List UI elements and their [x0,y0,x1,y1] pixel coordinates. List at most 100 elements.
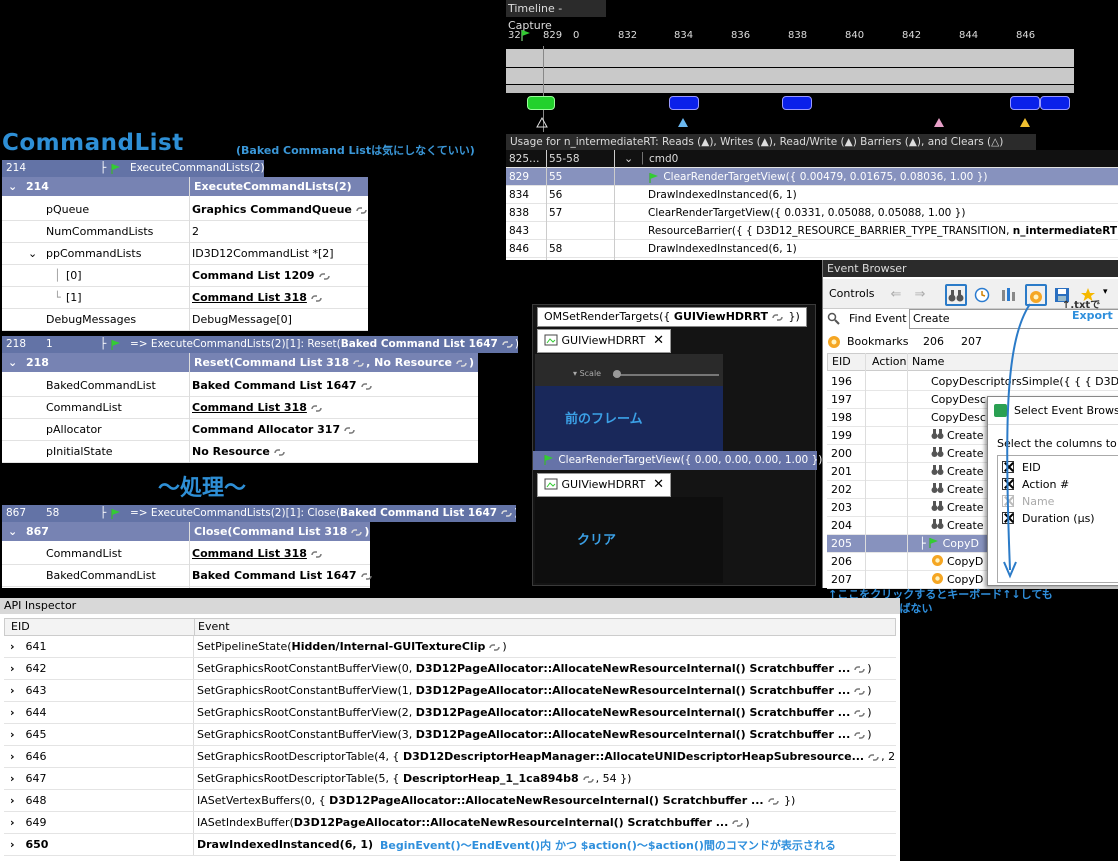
table-row[interactable]: 834 56 DrawIndexedInstanced(6, 1) [506,186,1118,204]
details-header[interactable]: ⌄ 867 Close(Command List 318) [2,522,370,541]
table-row[interactable]: 843 ResourceBarrier({ { D3D12_RESOURCE_B… [506,222,1118,240]
clock-icon[interactable] [971,284,993,306]
table-row[interactable]: › 649 IASetIndexBuffer(D3D12PageAllocator… [4,812,896,834]
details-header[interactable]: ⌄ 214 ExecuteCommandLists(2) [2,177,368,196]
timeline-event-pill[interactable] [527,96,555,110]
link-icon[interactable] [309,404,324,413]
chevron-down-icon[interactable]: ⌄ [8,177,17,196]
param-row[interactable]: ⌄ ppCommandLists ID3D12CommandList *[2] [2,243,368,265]
table-row[interactable]: › 648 IASetVertexBuffers(0, { D3D12PageAl… [4,790,896,812]
om-set-render-targets-bar[interactable]: OMSetRenderTargets({ GUIViewHDRRT }) [537,307,807,327]
arrow-right-icon[interactable]: ⇒ [909,284,931,306]
column-name[interactable]: Name [912,354,944,370]
table-row[interactable]: › 642 SetGraphicsRootConstantBufferView(0… [4,658,896,680]
timeline-event-pill[interactable] [1010,96,1040,110]
chevron-right-icon[interactable]: › [10,702,22,723]
timeline-ruler[interactable]: 32 829 0 832 834 836 838 840 842 844 846 [506,26,1074,46]
timeline-lane[interactable] [506,49,1074,67]
param-row[interactable]: BakedCommandList Baked Command List 1647 [2,565,372,587]
scale-slider-thumb[interactable] [613,370,621,378]
details-header[interactable]: ⌄ 218 Reset(Command List 318 , No Resourc… [2,353,478,372]
binoculars-icon[interactable] [945,284,967,306]
column-event[interactable]: Event [198,619,230,635]
table-row[interactable]: › 647 SetGraphicsRootDescriptorTable(5, {… [4,768,896,790]
link-icon[interactable] [317,272,332,281]
column-eid[interactable]: EID [11,619,30,635]
link-icon[interactable] [730,819,745,828]
param-row[interactable]: CommandList Command List 318 [2,543,370,565]
chevron-down-icon[interactable]: ⌄ [624,150,636,167]
table-row[interactable]: 196 CopyDescriptorsSimple({ { { D3D12 [827,373,1118,391]
chevron-right-icon[interactable]: › [10,834,22,855]
arrow-left-icon[interactable]: ⇐ [885,284,907,306]
chevron-right-icon[interactable]: › [10,658,22,679]
chevron-right-icon[interactable]: › [10,746,22,767]
link-icon[interactable] [852,709,867,718]
link-icon[interactable] [309,294,324,303]
event-breadcrumb-bar[interactable]: 218 1 ├ => ExecuteCommandLists(2)[1]: Re… [2,336,518,353]
link-icon[interactable] [766,797,781,806]
table-row[interactable]: › 646 SetGraphicsRootDescriptorTable(4, {… [4,746,896,768]
table-row[interactable]: › 645 SetGraphicsRootConstantBufferView(3… [4,724,896,746]
column-eid[interactable]: EID [832,354,851,370]
link-icon[interactable] [351,359,366,368]
link-icon[interactable] [487,643,502,652]
param-row[interactable]: └ [1] Command List 318 [2,287,368,309]
table-row[interactable]: › 641 SetPipelineState(Hidden/Internal-GU… [4,636,896,658]
link-icon[interactable] [359,382,374,391]
param-row[interactable]: NumCommandLists 2 [2,221,368,243]
texture-tab[interactable]: GUIViewHDRRT ✕ [537,473,671,497]
link-icon[interactable] [770,313,785,322]
event-breadcrumb-bar[interactable]: 867 58 ├ => ExecuteCommandLists(2)[1]: C… [2,505,516,522]
link-icon[interactable] [454,359,469,368]
link-icon[interactable] [866,753,881,762]
bookmark-item[interactable]: 206 [923,331,944,353]
link-icon[interactable] [500,340,515,349]
timeline-event-pill[interactable] [669,96,699,110]
link-icon[interactable] [852,665,867,674]
param-row[interactable]: │ [0] Command List 1209 [2,265,368,287]
event-breadcrumb-bar[interactable]: 214 ├ ExecuteCommandLists(2) [2,160,264,177]
chevron-down-icon[interactable]: ⌄ [28,243,37,265]
close-icon[interactable]: ✕ [653,330,664,352]
param-row[interactable]: DebugMessages DebugMessage[0] [2,309,368,331]
link-icon[interactable] [349,528,364,537]
param-row[interactable]: pQueue Graphics CommandQueue [2,199,368,221]
timeline-lane[interactable] [506,68,1074,84]
close-icon[interactable]: ✕ [653,474,664,496]
chevron-right-icon[interactable]: › [10,636,22,657]
table-row-selected[interactable]: 829 55 ClearRenderTargetView({ 0.00479, … [506,168,1118,186]
link-icon[interactable] [354,206,369,215]
link-icon[interactable] [342,426,357,435]
column-action[interactable]: Action [872,354,906,370]
link-icon[interactable] [359,572,374,581]
chevron-right-icon[interactable]: › [10,680,22,701]
param-row[interactable]: CommandList Command List 318 [2,397,478,419]
table-row[interactable]: › 643 SetGraphicsRootConstantBufferView(1… [4,680,896,702]
chevron-down-icon[interactable]: ⌄ [8,522,17,541]
chevron-down-icon[interactable]: ⌄ [8,353,17,372]
timeline-event-pill[interactable] [1040,96,1070,110]
chevron-right-icon[interactable]: › [10,790,22,811]
param-row[interactable]: pAllocator Command Allocator 317 [2,419,478,441]
table-row[interactable]: › 644 SetGraphicsRootConstantBufferView(2… [4,702,896,724]
table-row[interactable]: 846 58 DrawIndexedInstanced(6, 1) [506,240,1118,258]
link-icon[interactable] [581,775,596,784]
timeline-event-pill[interactable] [782,96,812,110]
link-icon[interactable] [852,687,867,696]
param-row[interactable]: pInitialState No Resource [2,441,478,463]
link-icon[interactable] [272,448,287,457]
clear-render-target-bar[interactable]: ClearRenderTargetView({ 0.00, 0.00, 0.00… [533,451,822,470]
link-icon[interactable] [852,731,867,740]
timeline-lane[interactable] [506,85,1074,93]
scale-slider[interactable] [613,374,719,376]
chevron-right-icon[interactable]: › [10,812,22,833]
bookmark-item[interactable]: 207 [961,331,982,353]
texture-tab[interactable]: GUIViewHDRRT ✕ [537,329,671,353]
link-icon[interactable] [309,550,324,559]
chevron-right-icon[interactable]: › [10,768,22,789]
table-row[interactable]: 825… 55-58 ⌄ │ cmd0 [506,150,1118,168]
chevron-right-icon[interactable]: › [10,724,22,745]
table-row[interactable]: 838 57 ClearRenderTargetView({ 0.0331, 0… [506,204,1118,222]
chevron-down-icon[interactable]: ▾ [1103,287,1108,297]
